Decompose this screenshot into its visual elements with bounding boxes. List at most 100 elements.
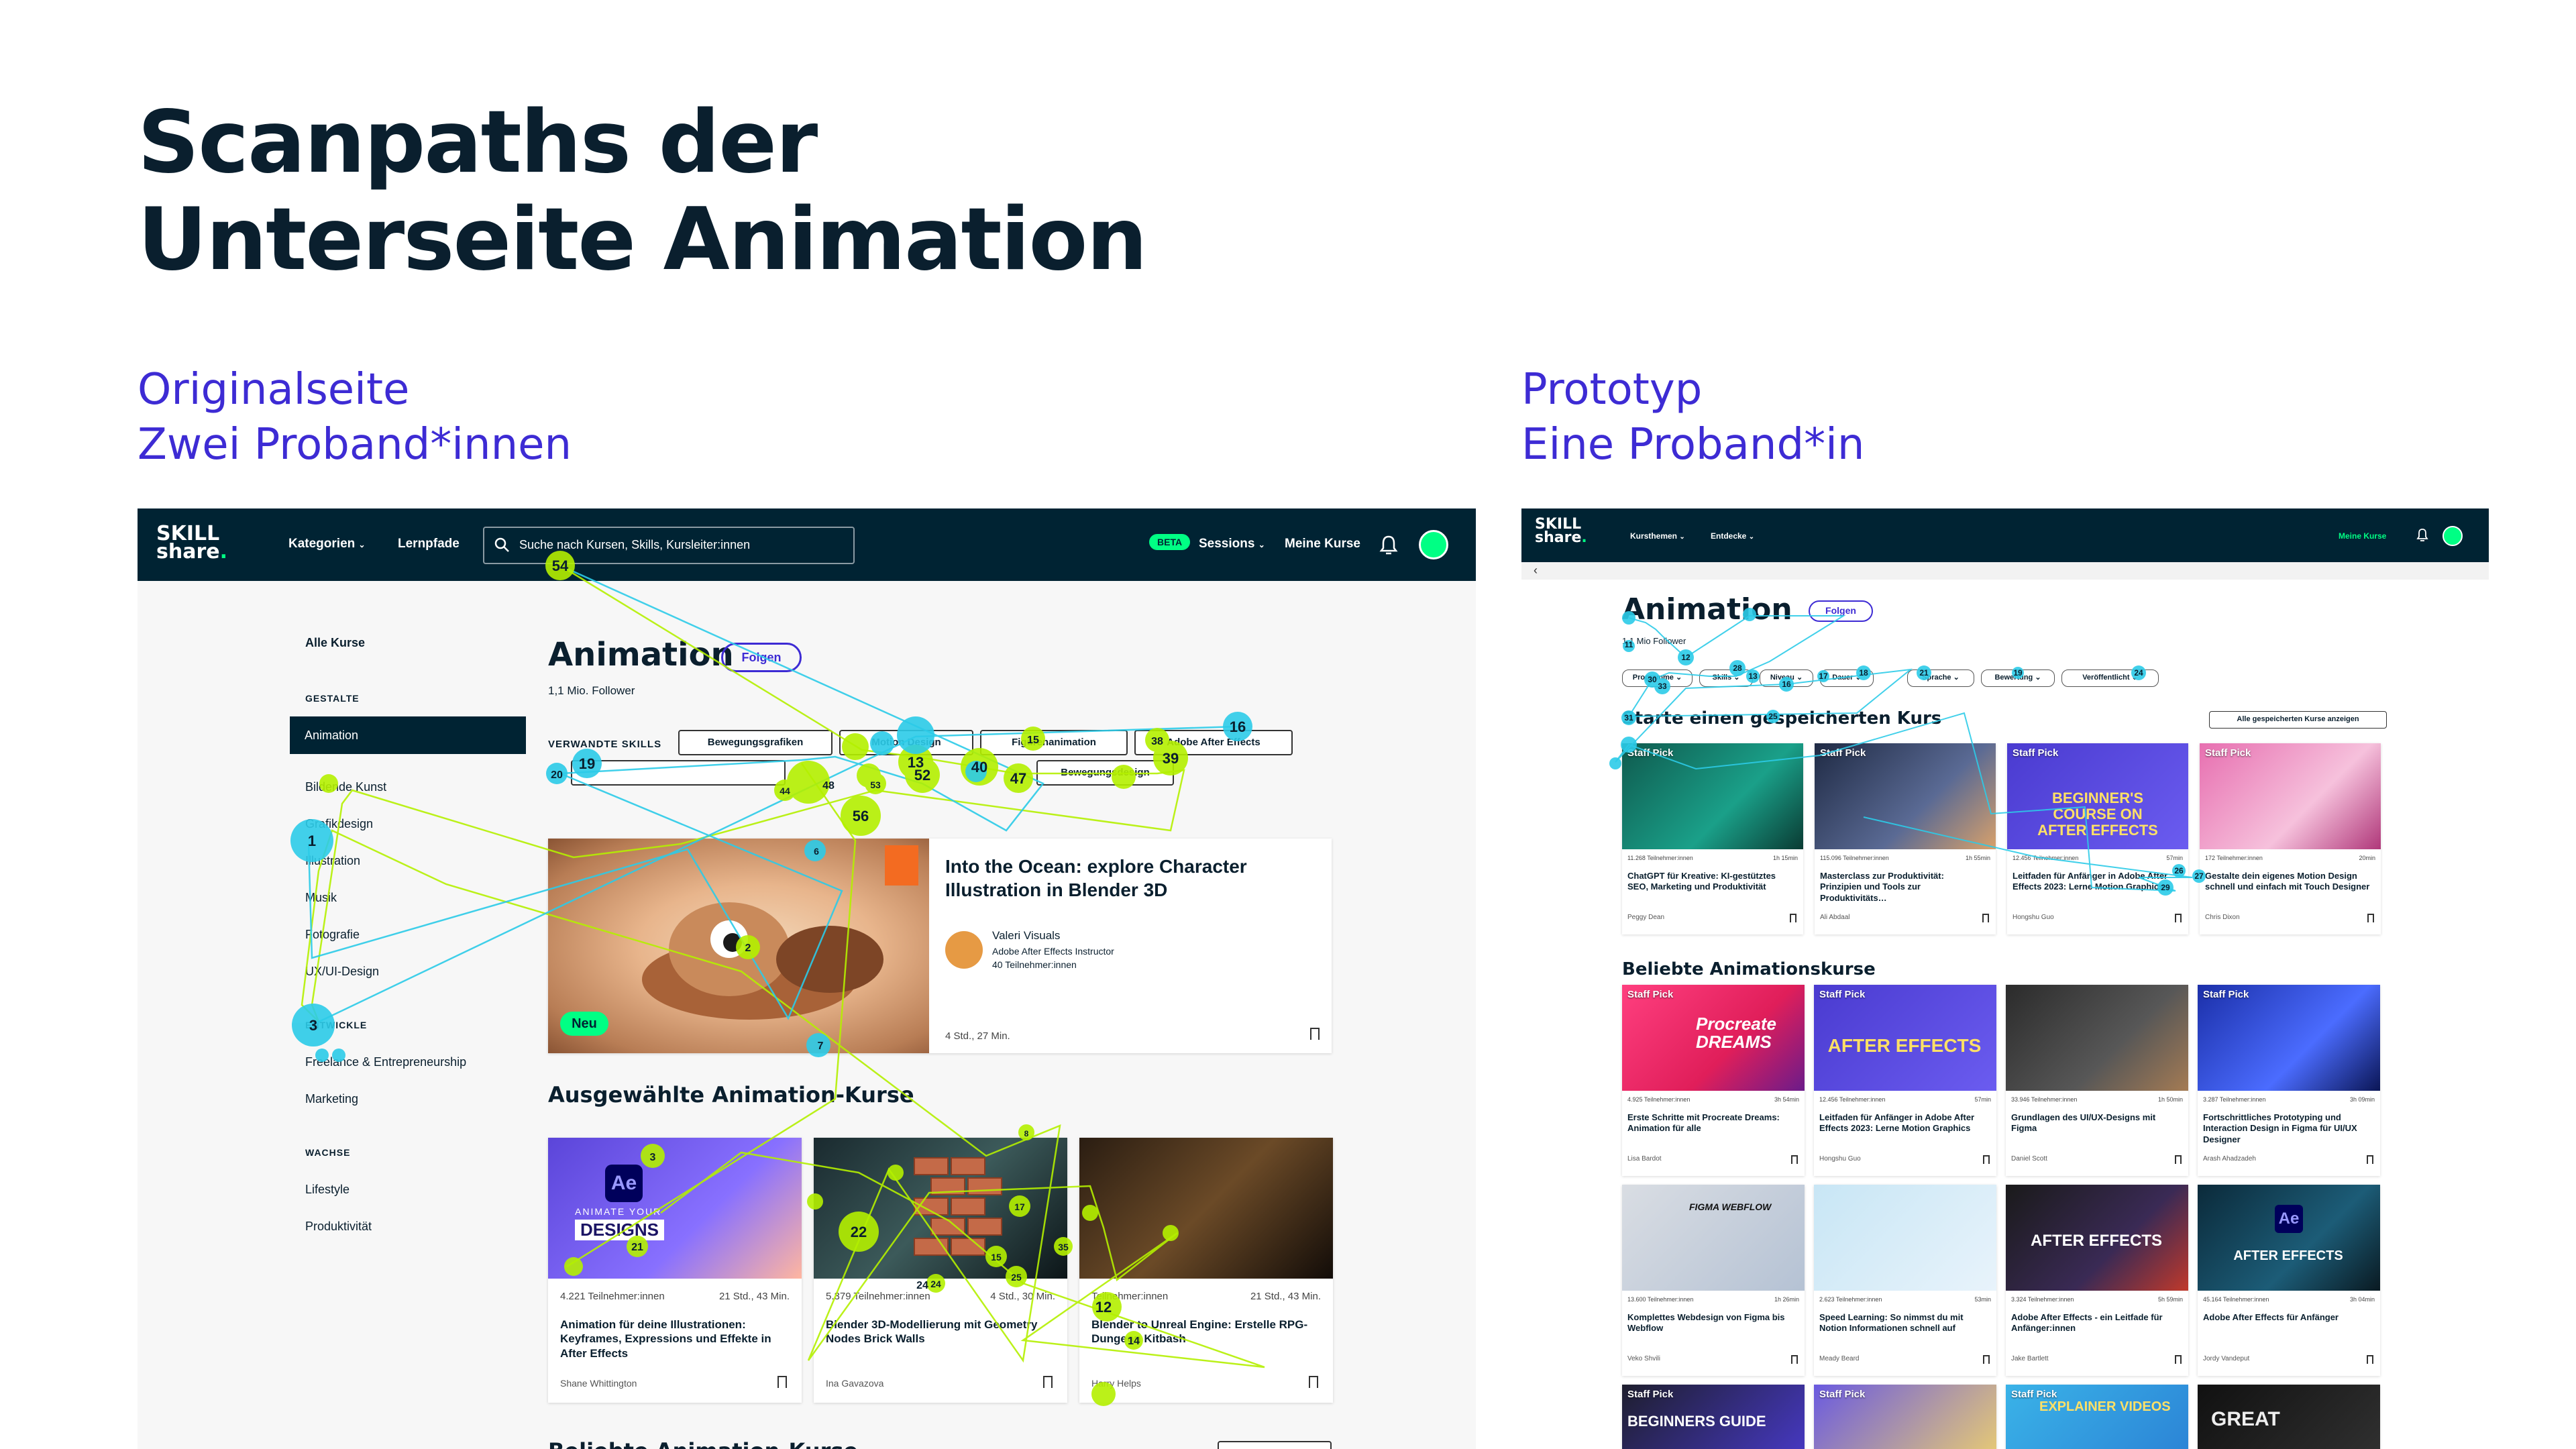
sidebar-item-lifestyle[interactable]: Lifestyle bbox=[305, 1183, 350, 1197]
course-author[interactable]: Chris Dixon bbox=[2205, 914, 2240, 921]
sidebar-item-animation[interactable]: Animation bbox=[290, 716, 526, 754]
course-author[interactable]: Meady Beard bbox=[1819, 1355, 1859, 1362]
course-author[interactable]: Arash Ahadzadeh bbox=[2203, 1155, 2256, 1163]
search-input[interactable]: Suche nach Kursen, Skills, Kursleiter:in… bbox=[483, 527, 855, 564]
popular-course-card[interactable]: Ae AFTER EFFECTS 45.164 Teilnehmer:innen… bbox=[2198, 1185, 2380, 1376]
course-title[interactable]: Fortschrittliches Prototyping und Intera… bbox=[2203, 1112, 2371, 1145]
course-title[interactable]: Speed Learning: So nimmst du mit Notion … bbox=[1819, 1312, 1987, 1334]
course-card[interactable]: Teilnehmer:innen 21 Std., 43 Min. Blende… bbox=[1079, 1138, 1333, 1403]
course-author[interactable]: Harry Helps bbox=[1091, 1378, 1141, 1389]
follow-button[interactable]: Folgen bbox=[721, 643, 802, 672]
filter-chip[interactable]: Niveau ⌄ bbox=[1760, 669, 1813, 687]
popular-course-card[interactable]: 2.623 Teilnehmer:innen 53min Speed Learn… bbox=[1814, 1185, 1996, 1376]
sidebar-item-productivity[interactable]: Produktivität bbox=[305, 1220, 372, 1234]
course-author[interactable]: Jake Bartlett bbox=[2011, 1355, 2049, 1362]
sidebar-item-fine-art[interactable]: Bildende Kunst bbox=[305, 780, 386, 794]
saved-course-card[interactable]: Staff Pick 11.268 Teilnehmer:innen 1h 15… bbox=[1622, 743, 1803, 934]
user-avatar[interactable] bbox=[2443, 526, 2463, 546]
popular-course-card[interactable]: GREAT bbox=[2198, 1385, 2380, 1449]
course-title[interactable]: Adobe After Effects für Anfänger bbox=[2203, 1312, 2371, 1323]
filter-chip[interactable]: Dauer ⌄ bbox=[1820, 669, 1874, 687]
course-author[interactable]: Ina Gavazova bbox=[826, 1378, 883, 1389]
popular-course-card[interactable]: AFTER EFFECTS 3.324 Teilnehmer:innen 5h … bbox=[2006, 1185, 2188, 1376]
skill-chip[interactable]: Adobe After Effects bbox=[1134, 730, 1293, 755]
sidebar-item-graphic-design[interactable]: Grafikdesign bbox=[305, 817, 373, 831]
nav-discover[interactable]: Entdecke ⌄ bbox=[1711, 531, 1754, 541]
course-author[interactable]: Ali Abdaal bbox=[1820, 914, 1849, 921]
nav-course-topics[interactable]: Kursthemen ⌄ bbox=[1630, 531, 1685, 541]
chevron-left-icon[interactable]: ‹ bbox=[1534, 564, 1538, 578]
skillshare-logo[interactable]: SKILL share. bbox=[156, 524, 227, 562]
skill-chip[interactable]: Figurenanimation bbox=[980, 730, 1128, 755]
filter-chip[interactable]: Programme ⌄ bbox=[1622, 669, 1693, 687]
course-author[interactable]: Hongshu Guo bbox=[2012, 914, 2054, 921]
popular-course-card[interactable]: BEGINNERS GUIDE Staff Pick bbox=[1622, 1385, 1805, 1449]
popular-course-card[interactable]: Staff Pick bbox=[1814, 1385, 1996, 1449]
bookmark-icon[interactable] bbox=[1983, 1155, 1990, 1164]
bookmark-icon[interactable] bbox=[1310, 1028, 1320, 1040]
course-title[interactable]: Komplettes Webdesign von Figma bis Webfl… bbox=[1627, 1312, 1795, 1334]
nav-learning-paths[interactable]: Lernpfade bbox=[398, 537, 460, 551]
course-author[interactable]: Lisa Bardot bbox=[1627, 1155, 1662, 1163]
saved-course-card[interactable]: Staff Pick 115.096 Teilnehmer:innen 1h 5… bbox=[1815, 743, 1996, 934]
course-title[interactable]: Blender 3D-Modellierung mit Geometry Nod… bbox=[826, 1318, 1054, 1346]
course-card[interactable]: Ae ANIMATE YOUR DESIGNS 4.221 Teilnehmer… bbox=[548, 1138, 802, 1403]
course-title[interactable]: Blender to Unreal Engine: Erstelle RPG-D… bbox=[1091, 1318, 1320, 1346]
sidebar-item-marketing[interactable]: Marketing bbox=[305, 1092, 358, 1106]
skill-chip[interactable]: Bewegungsdesign bbox=[1036, 760, 1174, 786]
nav-my-courses[interactable]: Meine Kurse bbox=[1285, 537, 1360, 551]
popular-course-card[interactable]: EXPLAINER VIDEOS Staff Pick bbox=[2006, 1385, 2188, 1449]
skill-chip[interactable]: Motion Design bbox=[839, 730, 973, 755]
course-title[interactable]: Leitfaden für Anfänger in Adobe After Ef… bbox=[1819, 1112, 1987, 1134]
bell-icon[interactable] bbox=[1379, 534, 1399, 555]
skill-chip[interactable]: Bewegungsgrafiken bbox=[678, 730, 833, 755]
user-avatar[interactable] bbox=[1419, 530, 1448, 559]
popular-course-card[interactable]: AFTER EFFECTS Staff Pick 12.456 Teilnehm… bbox=[1814, 985, 1996, 1176]
sidebar-item-freelance[interactable]: Freelance & Entrepreneurship bbox=[305, 1055, 466, 1069]
course-title[interactable]: Erste Schritte mit Procreate Dreams: Ani… bbox=[1627, 1112, 1795, 1134]
course-title[interactable]: Adobe After Effects - ein Leitfade für A… bbox=[2011, 1312, 2179, 1334]
bookmark-icon[interactable] bbox=[1790, 914, 1796, 922]
bookmark-icon[interactable] bbox=[2367, 1155, 2373, 1164]
bookmark-icon[interactable] bbox=[1043, 1376, 1053, 1388]
sidebar-all-courses[interactable]: Alle Kurse bbox=[305, 636, 365, 650]
sidebar-item-uxui[interactable]: UX/UI-Design bbox=[305, 965, 379, 979]
bookmark-icon[interactable] bbox=[1982, 914, 1989, 922]
course-title[interactable]: Leitfaden für Anfänger in Adobe After Ef… bbox=[2012, 871, 2180, 893]
filter-chip[interactable]: Skills ⌄ bbox=[1699, 669, 1753, 687]
sidebar-item-illustration[interactable]: Illustration bbox=[305, 854, 360, 868]
filter-chip[interactable]: Veröffentlicht ⌄ bbox=[2061, 669, 2159, 687]
saved-course-card[interactable]: Staff Pick 172 Teilnehmer:innen 20min Ge… bbox=[2200, 743, 2381, 934]
bookmark-icon[interactable] bbox=[777, 1376, 787, 1388]
bookmark-icon[interactable] bbox=[1983, 1355, 1990, 1364]
course-title[interactable]: ChatGPT für Kreative: KI-gestütztes SEO,… bbox=[1627, 871, 1795, 893]
sidebar-item-music[interactable]: Musik bbox=[305, 891, 337, 905]
bookmark-icon[interactable] bbox=[1791, 1355, 1798, 1364]
course-title[interactable]: Grundlagen des UI/UX-Designs mit Figma bbox=[2011, 1112, 2179, 1134]
course-author[interactable]: Peggy Dean bbox=[1627, 914, 1664, 921]
course-author[interactable]: Shane Whittington bbox=[560, 1378, 637, 1389]
skillshare-logo[interactable]: SKILL share. bbox=[1535, 517, 1587, 545]
bookmark-icon[interactable] bbox=[2175, 1155, 2182, 1164]
bell-icon[interactable] bbox=[2416, 527, 2429, 542]
bookmark-icon[interactable] bbox=[2175, 914, 2182, 922]
follow-button[interactable]: Folgen bbox=[1809, 600, 1873, 622]
course-title[interactable]: Gestalte dein eigenes Motion Design schn… bbox=[2205, 871, 2373, 893]
course-author[interactable]: Jordy Vandeput bbox=[2203, 1355, 2249, 1362]
show-saved-button[interactable]: Alle gespeicherten Kurse anzeigen bbox=[2209, 711, 2387, 729]
bookmark-icon[interactable] bbox=[2367, 914, 2374, 922]
sidebar-item-photography[interactable]: Fotografie bbox=[305, 928, 360, 942]
popular-course-card[interactable]: 33.946 Teilnehmer:innen 1h 50min Grundla… bbox=[2006, 985, 2188, 1176]
nav-my-courses[interactable]: Meine Kurse bbox=[2339, 531, 2386, 541]
bookmark-icon[interactable] bbox=[2175, 1355, 2182, 1364]
nav-sessions[interactable]: Sessions ⌄ bbox=[1199, 537, 1265, 551]
popular-course-card[interactable]: FIGMA WEBFLOW 13.600 Teilnehmer:innen 1h… bbox=[1622, 1185, 1805, 1376]
teacher-name[interactable]: Valeri Visuals bbox=[992, 929, 1060, 943]
popular-course-card[interactable]: Procreate DREAMS Staff Pick 4.925 Teilne… bbox=[1622, 985, 1805, 1176]
featured-course-card[interactable]: Neu Into the Ocean: explore Character Il… bbox=[548, 839, 1332, 1053]
nav-categories[interactable]: Kategorien ⌄ bbox=[288, 537, 366, 551]
course-author[interactable]: Hongshu Guo bbox=[1819, 1155, 1861, 1163]
featured-title[interactable]: Into the Ocean: explore Character Illust… bbox=[945, 855, 1307, 902]
saved-course-card[interactable]: BEGINNER'S COURSE ON AFTER EFFECTS Staff… bbox=[2007, 743, 2188, 934]
filter-chip[interactable]: Bewertung ⌄ bbox=[1981, 669, 2055, 687]
